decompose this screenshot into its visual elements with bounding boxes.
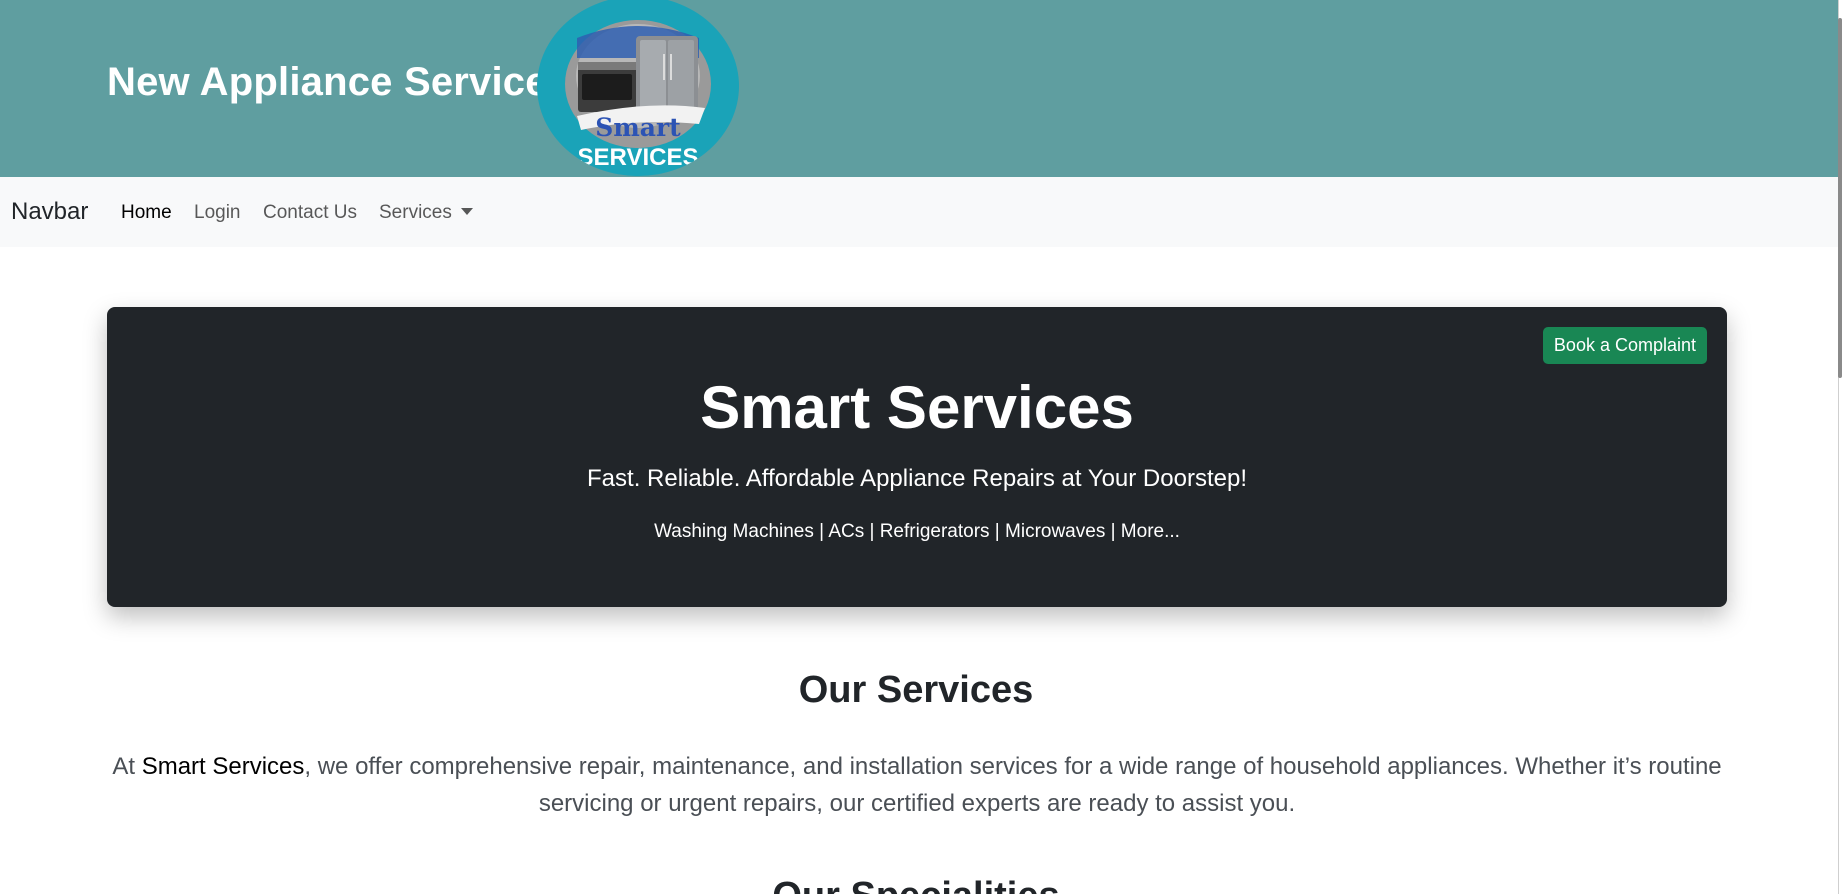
nav-link-contact-us[interactable]: Contact Us bbox=[263, 202, 357, 224]
hero-banner: Book a Complaint Smart Services Fast. Re… bbox=[107, 307, 1727, 607]
site-header: New Appliance Services Smart SERVICES bbox=[0, 0, 1838, 177]
nav-dropdown-services-label: Services bbox=[379, 202, 452, 223]
description-body: , we offer comprehensive repair, mainten… bbox=[304, 753, 1722, 817]
description-prefix: At bbox=[112, 753, 142, 780]
nav-link-home[interactable]: Home bbox=[121, 202, 172, 224]
our-services-description: At Smart Services, we offer comprehensiv… bbox=[107, 748, 1727, 822]
logo-text-smart: Smart bbox=[595, 113, 681, 142]
caret-down-icon bbox=[460, 208, 473, 215]
hero-title: Smart Services bbox=[700, 374, 1134, 441]
nav-link-login[interactable]: Login bbox=[194, 202, 241, 224]
scrollbar-thumb[interactable] bbox=[1838, 18, 1842, 378]
smart-services-logo: Smart SERVICES bbox=[537, 0, 739, 176]
our-specialities-heading: Our Specialities bbox=[0, 875, 1832, 894]
hero-tagline: Fast. Reliable. Affordable Appliance Rep… bbox=[587, 465, 1247, 492]
hero-appliance-list: Washing Machines | ACs | Refrigerators |… bbox=[654, 521, 1180, 542]
site-title: New Appliance Services bbox=[107, 60, 571, 104]
navbar-brand[interactable]: Navbar bbox=[11, 198, 88, 226]
logo-text-services: SERVICES bbox=[578, 144, 699, 171]
our-services-heading: Our Services bbox=[798, 669, 1034, 711]
page-scrollbar[interactable] bbox=[1838, 0, 1842, 894]
book-complaint-button[interactable]: Book a Complaint bbox=[1542, 327, 1707, 364]
navbar: Navbar Home Login Contact Us Services bbox=[0, 177, 1838, 247]
nav-dropdown-services[interactable]: Services bbox=[379, 202, 473, 224]
description-highlight: Smart Services bbox=[141, 753, 305, 780]
